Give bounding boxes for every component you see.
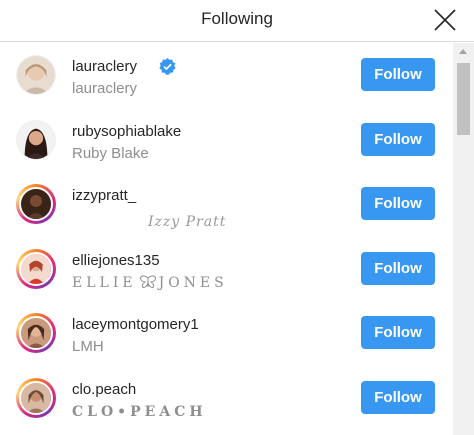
full-name: ELLIE JONES <box>72 275 228 291</box>
follow-button[interactable]: Follow <box>361 58 435 91</box>
scroll-up-arrow-icon[interactable] <box>459 49 467 54</box>
butterfly-icon <box>139 274 156 288</box>
full-name: lauraclery <box>72 80 138 97</box>
list-item: clo.peach CLO•PEACH Follow <box>0 366 452 431</box>
full-name: CLO•PEACH <box>72 403 207 420</box>
list-item: elliejones135 ELLIE JONES Follow <box>0 237 452 302</box>
follow-button[interactable]: Follow <box>361 251 435 285</box>
list-item: laceymontgomery1 LMH Follow <box>0 301 452 366</box>
username[interactable]: laceymontgomery1 <box>72 316 199 333</box>
username[interactable]: izzypratt_ <box>72 187 136 204</box>
username[interactable]: elliejones135 <box>72 252 160 269</box>
avatar[interactable] <box>16 248 56 289</box>
follow-button[interactable]: Follow <box>361 316 435 349</box>
following-dialog: Following lauraclery lauraclery Follow r… <box>0 0 474 435</box>
follow-button[interactable]: Follow <box>361 187 435 220</box>
full-name-part: JONES <box>158 274 228 291</box>
list-item: rubysophiablake Ruby Blake Follow <box>0 108 452 173</box>
full-name: LMH <box>72 338 104 355</box>
avatar[interactable] <box>16 313 56 353</box>
full-name: Ruby Blake <box>72 144 149 162</box>
full-name: Izzy Pratt <box>148 214 227 230</box>
list-item: lauraclery lauraclery Follow <box>0 43 452 108</box>
close-icon[interactable] <box>432 7 458 33</box>
list-item: izzypratt_ Izzy Pratt Follow <box>0 172 452 237</box>
dialog-title: Following <box>201 9 273 28</box>
username[interactable]: rubysophiablake <box>72 123 181 140</box>
scrollbar[interactable] <box>453 43 474 435</box>
following-list: lauraclery lauraclery Follow rubysophiab… <box>0 43 452 435</box>
avatar[interactable] <box>16 55 56 95</box>
follow-button[interactable]: Follow <box>361 122 435 156</box>
avatar[interactable] <box>16 377 56 418</box>
avatar[interactable] <box>16 119 56 160</box>
scrollbar-thumb[interactable] <box>457 63 470 135</box>
dialog-header: Following <box>0 0 474 42</box>
username[interactable]: clo.peach <box>72 381 136 398</box>
avatar[interactable] <box>16 184 56 224</box>
follow-button[interactable]: Follow <box>361 380 435 414</box>
full-name-part: ELLIE <box>72 274 137 291</box>
username[interactable]: lauraclery <box>72 58 137 75</box>
verified-badge-icon <box>159 57 176 75</box>
